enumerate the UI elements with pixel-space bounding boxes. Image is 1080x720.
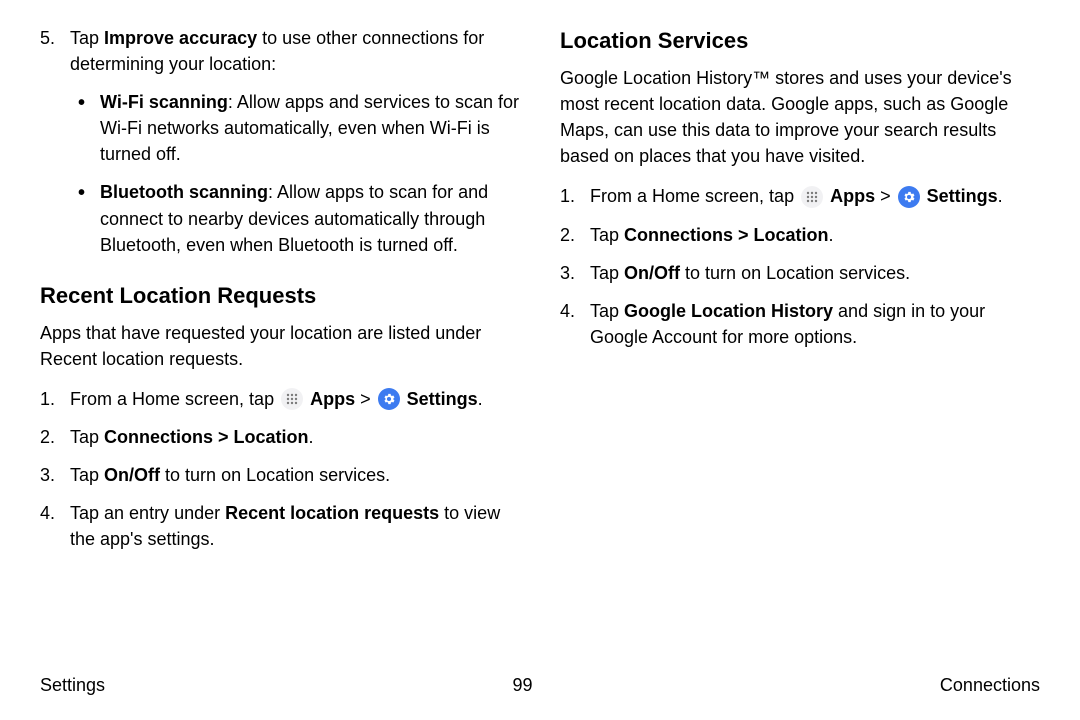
text: Tap xyxy=(70,427,104,447)
footer-left: Settings xyxy=(40,672,105,698)
list-item: 1. From a Home screen, tap Apps > Settin… xyxy=(40,386,520,412)
list-item: 5. Tap Improve accuracy to use other con… xyxy=(40,25,520,258)
page-footer: Settings 99 Connections xyxy=(40,672,1040,698)
recent-requests-steps: 1. From a Home screen, tap Apps > Settin… xyxy=(40,386,520,553)
list-number: 2. xyxy=(560,222,575,248)
text: . xyxy=(829,225,834,245)
bold-text: Bluetooth scanning xyxy=(100,182,268,202)
location-services-intro: Google Location History™ stores and uses… xyxy=(560,65,1040,169)
apps-icon xyxy=(281,388,303,410)
list-number: 1. xyxy=(40,386,55,412)
page-columns: 5. Tap Improve accuracy to use other con… xyxy=(40,25,1040,564)
right-column: Location Services Google Location Histor… xyxy=(560,25,1040,564)
location-services-heading: Location Services xyxy=(560,25,1040,57)
settings-icon xyxy=(898,186,920,208)
text: Tap xyxy=(590,225,624,245)
list-item: 3. Tap On/Off to turn on Location servic… xyxy=(40,462,520,488)
bold-text: Improve accuracy xyxy=(104,28,257,48)
list-item: 3. Tap On/Off to turn on Location servic… xyxy=(560,260,1040,286)
list-number: 5. xyxy=(40,25,55,51)
text: Tap xyxy=(70,28,104,48)
bold-text: Recent location requests xyxy=(225,503,439,523)
list-item: 4. Tap Google Location History and sign … xyxy=(560,298,1040,350)
text: to turn on Location services. xyxy=(680,263,910,283)
text: . xyxy=(998,186,1003,206)
text: > xyxy=(875,186,896,206)
bold-text: Connections > Location xyxy=(104,427,309,447)
list-item: 1. From a Home screen, tap Apps > Settin… xyxy=(560,183,1040,209)
improve-accuracy-step: 5. Tap Improve accuracy to use other con… xyxy=(40,25,520,258)
bold-text: Connections > Location xyxy=(624,225,829,245)
list-number: 3. xyxy=(560,260,575,286)
text: Tap xyxy=(590,301,624,321)
bold-text: On/Off xyxy=(104,465,160,485)
recent-requests-intro: Apps that have requested your location a… xyxy=(40,320,520,372)
bold-text: Google Location History xyxy=(624,301,833,321)
text: . xyxy=(309,427,314,447)
footer-right: Connections xyxy=(940,672,1040,698)
apps-label: Apps xyxy=(310,389,355,409)
page-number: 99 xyxy=(512,672,532,698)
location-services-steps: 1. From a Home screen, tap Apps > Settin… xyxy=(560,183,1040,350)
settings-label: Settings xyxy=(927,186,998,206)
list-number: 4. xyxy=(560,298,575,324)
list-item: 4. Tap an entry under Recent location re… xyxy=(40,500,520,552)
text: From a Home screen, tap xyxy=(590,186,799,206)
apps-label: Apps xyxy=(830,186,875,206)
list-item: 2. Tap Connections > Location. xyxy=(560,222,1040,248)
settings-icon xyxy=(378,388,400,410)
text: . xyxy=(478,389,483,409)
text: From a Home screen, tap xyxy=(70,389,279,409)
list-number: 4. xyxy=(40,500,55,526)
left-column: 5. Tap Improve accuracy to use other con… xyxy=(40,25,520,564)
list-number: 1. xyxy=(560,183,575,209)
text: Tap an entry under xyxy=(70,503,225,523)
bold-text: On/Off xyxy=(624,263,680,283)
settings-label: Settings xyxy=(407,389,478,409)
list-item: 2. Tap Connections > Location. xyxy=(40,424,520,450)
text: Tap xyxy=(590,263,624,283)
bold-text: Wi-Fi scanning xyxy=(100,92,228,112)
list-number: 3. xyxy=(40,462,55,488)
text: to turn on Location services. xyxy=(160,465,390,485)
apps-icon xyxy=(801,186,823,208)
list-number: 2. xyxy=(40,424,55,450)
list-item: Wi-Fi scanning: Allow apps and services … xyxy=(70,89,520,167)
text: > xyxy=(355,389,376,409)
recent-requests-heading: Recent Location Requests xyxy=(40,280,520,312)
sub-bullets: Wi-Fi scanning: Allow apps and services … xyxy=(70,89,520,258)
list-item: Bluetooth scanning: Allow apps to scan f… xyxy=(70,179,520,257)
text: Tap xyxy=(70,465,104,485)
